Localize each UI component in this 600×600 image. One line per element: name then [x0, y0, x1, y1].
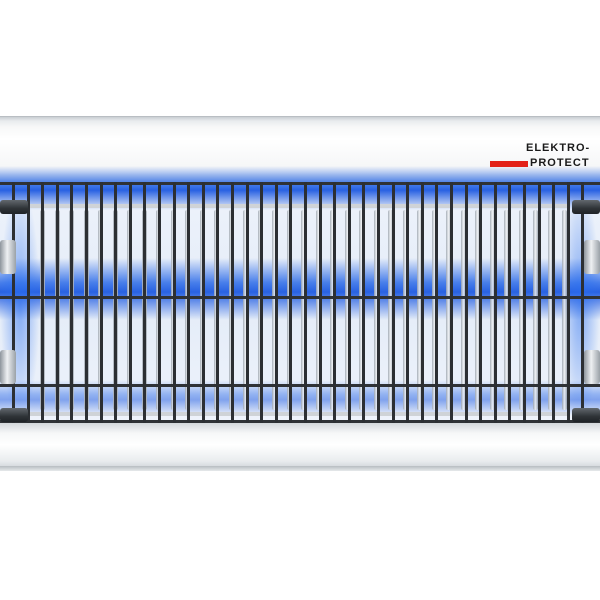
grid-vertical-wire	[143, 182, 146, 423]
grid-vertical-wire	[231, 182, 234, 423]
grid-vertical-wire	[202, 182, 205, 423]
grid-vertical-wire	[508, 182, 511, 423]
grid-vertical-wire	[392, 182, 395, 423]
grid-vertical-wire	[100, 182, 103, 423]
grid-vertical-wire	[450, 182, 453, 423]
grid-vertical-wire	[158, 182, 161, 423]
grid-vertical-wire	[246, 182, 249, 423]
grid-vertical-wire	[362, 182, 365, 423]
grid-vertical-wire	[41, 182, 44, 423]
logo-text-line1: ELEKTRO-	[526, 142, 591, 154]
grid-vertical-wire	[581, 182, 584, 423]
grid-vertical-wire	[187, 182, 190, 423]
right-tube-cap-upper	[584, 240, 600, 274]
right-lower-clip	[572, 408, 600, 422]
grid-vertical-wire	[70, 182, 73, 423]
grid-vertical-wire	[319, 182, 322, 423]
grid-vertical-wire	[538, 182, 541, 423]
grid-vertical-wire	[435, 182, 438, 423]
grid-vertical-wire	[523, 182, 526, 423]
logo-text-line2: PROTECT	[530, 157, 590, 169]
grid-vertical-wire	[406, 182, 409, 423]
grid-vertical-wire	[275, 182, 278, 423]
grid-vertical-wire	[129, 182, 132, 423]
grid-vertical-wire	[479, 182, 482, 423]
left-lower-clip	[0, 408, 28, 422]
grid-vertical-wire	[12, 182, 15, 423]
grid-vertical-wire	[216, 182, 219, 423]
grid-vertical-wire	[56, 182, 59, 423]
grid-vertical-wire	[552, 182, 555, 423]
grid-vertical-wire	[289, 182, 292, 423]
grid-vertical-wire	[260, 182, 263, 423]
bottom-housing-ledge	[0, 466, 600, 471]
grid-vertical-wire	[421, 182, 424, 423]
grid-vertical-wire	[348, 182, 351, 423]
right-upper-clip	[572, 200, 600, 214]
left-tube-cap-upper	[0, 240, 16, 274]
grid-vertical-wire	[567, 182, 570, 423]
grid-vertical-wire	[304, 182, 307, 423]
left-upper-clip	[0, 200, 28, 214]
logo-red-bar	[490, 161, 528, 167]
grid-vertical-wire	[377, 182, 380, 423]
grid-vertical-wire	[85, 182, 88, 423]
grid-vertical-wire	[494, 182, 497, 423]
product-photo: ELEKTRO- PROTECT	[0, 0, 600, 600]
grid-vertical-wire	[465, 182, 468, 423]
right-tube-cap-lower	[584, 350, 600, 384]
grid-vertical-wire	[333, 182, 336, 423]
grid-vertical-wire	[173, 182, 176, 423]
left-tube-cap-lower	[0, 350, 16, 384]
grid-vertical-wire	[27, 182, 30, 423]
brand-logo: ELEKTRO- PROTECT	[490, 142, 592, 172]
grid-vertical-wire	[114, 182, 117, 423]
bottom-housing-rail	[0, 423, 600, 471]
